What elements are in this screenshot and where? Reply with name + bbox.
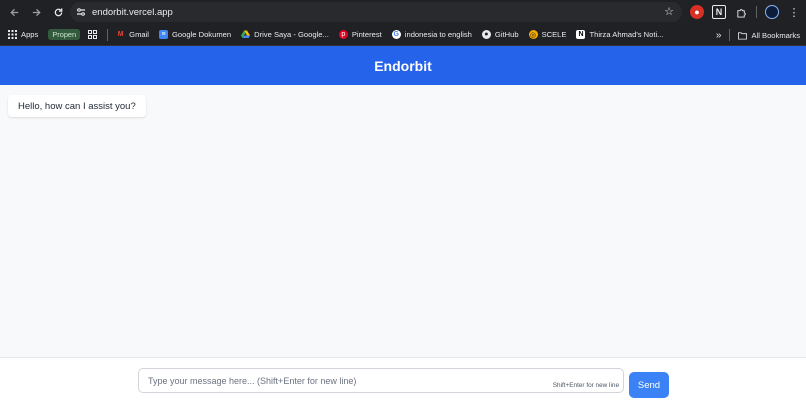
pinterest-icon: p — [338, 30, 348, 39]
back-icon[interactable] — [3, 1, 25, 23]
apps-grid-icon — [8, 30, 17, 39]
bookmark-label: GitHub — [494, 30, 519, 39]
more-bookmarks-chevron-icon[interactable]: » — [716, 30, 722, 41]
send-button[interactable]: Send — [629, 372, 669, 398]
bookmark-label: Apps — [21, 30, 39, 39]
bookmark-apps[interactable]: Apps — [8, 30, 38, 39]
bookmark-google-docs[interactable]: ≡ Google Dokumen — [159, 30, 231, 39]
grid-icon — [88, 30, 98, 39]
bookmarks-bar: Apps Propen M Gmail ≡ Google Dokumen Dri… — [0, 24, 806, 46]
address-bar[interactable]: endorbit.vercel.app ☆ — [70, 2, 682, 22]
browser-toolbar: endorbit.vercel.app ☆ ● N ⋮ — [0, 0, 806, 24]
all-bookmarks-button[interactable]: All Bookmarks — [738, 31, 800, 40]
notion-extension-icon[interactable]: N — [712, 5, 726, 19]
bookmark-github[interactable]: ● GitHub — [481, 30, 519, 39]
url-text: endorbit.vercel.app — [92, 6, 173, 18]
assistant-message-bubble: Hello, how can I assist you? — [8, 95, 146, 117]
site-settings-icon[interactable] — [70, 7, 92, 17]
bookmark-label: Gmail — [129, 30, 149, 39]
bookmark-separator — [107, 28, 109, 41]
app-header: Endorbit — [0, 46, 806, 85]
docs-icon: ≡ — [159, 30, 168, 39]
all-bookmarks-label: All Bookmarks — [751, 30, 800, 40]
bookmark-translate[interactable]: G indonesia to english — [391, 30, 472, 39]
scele-icon: ◎ — [528, 30, 538, 39]
drive-icon — [241, 30, 251, 39]
message-input[interactable] — [139, 369, 623, 392]
bookmark-notion[interactable]: N Thirza Ahmad's Noti... — [576, 30, 664, 39]
profile-avatar[interactable] — [765, 5, 779, 19]
google-icon: G — [391, 30, 401, 39]
gmail-icon: M — [117, 31, 124, 38]
github-icon: ● — [481, 30, 491, 39]
extension-red-icon[interactable]: ● — [690, 5, 704, 19]
bookmark-scele[interactable]: ◎ SCELE — [528, 30, 567, 39]
bookmark-label: Pinterest — [351, 30, 382, 39]
bookmark-star-icon[interactable]: ☆ — [664, 5, 674, 18]
folder-icon — [738, 31, 748, 40]
puzzle-extensions-icon[interactable] — [734, 5, 748, 19]
bookmark-gmail[interactable]: M Gmail — [116, 30, 149, 39]
bookmark-label: Drive Saya - Google... — [254, 30, 329, 39]
bookmark-drive[interactable]: Drive Saya - Google... — [241, 30, 329, 39]
bookmark-label: indonesia to english — [404, 30, 472, 39]
chat-messages-area[interactable]: Hello, how can I assist you? — [0, 85, 806, 357]
notion-icon: N — [576, 30, 586, 39]
menu-kebab-icon[interactable]: ⋮ — [787, 5, 801, 19]
bookmarks-right: » All Bookmarks — [716, 24, 800, 46]
message-input-wrapper: Shift+Enter for new line — [138, 368, 624, 393]
bookmark-grid[interactable] — [88, 30, 98, 39]
shortcut-hint: Shift+Enter for new line — [552, 382, 619, 389]
extensions-area: ● N ⋮ — [690, 0, 801, 24]
bookmark-label: Google Dokumen — [172, 30, 232, 39]
bookmark-pinterest[interactable]: p Pinterest — [338, 30, 382, 39]
bookmark-label: Thirza Ahmad's Noti... — [589, 30, 664, 39]
app-title: Endorbit — [374, 57, 432, 74]
message-composer: Shift+Enter for new line Send — [0, 357, 806, 404]
bookmark-propen[interactable]: Propen — [48, 29, 81, 40]
reload-icon[interactable] — [47, 1, 69, 23]
bookmark-label: SCELE — [541, 30, 567, 39]
forward-icon[interactable] — [25, 1, 47, 23]
